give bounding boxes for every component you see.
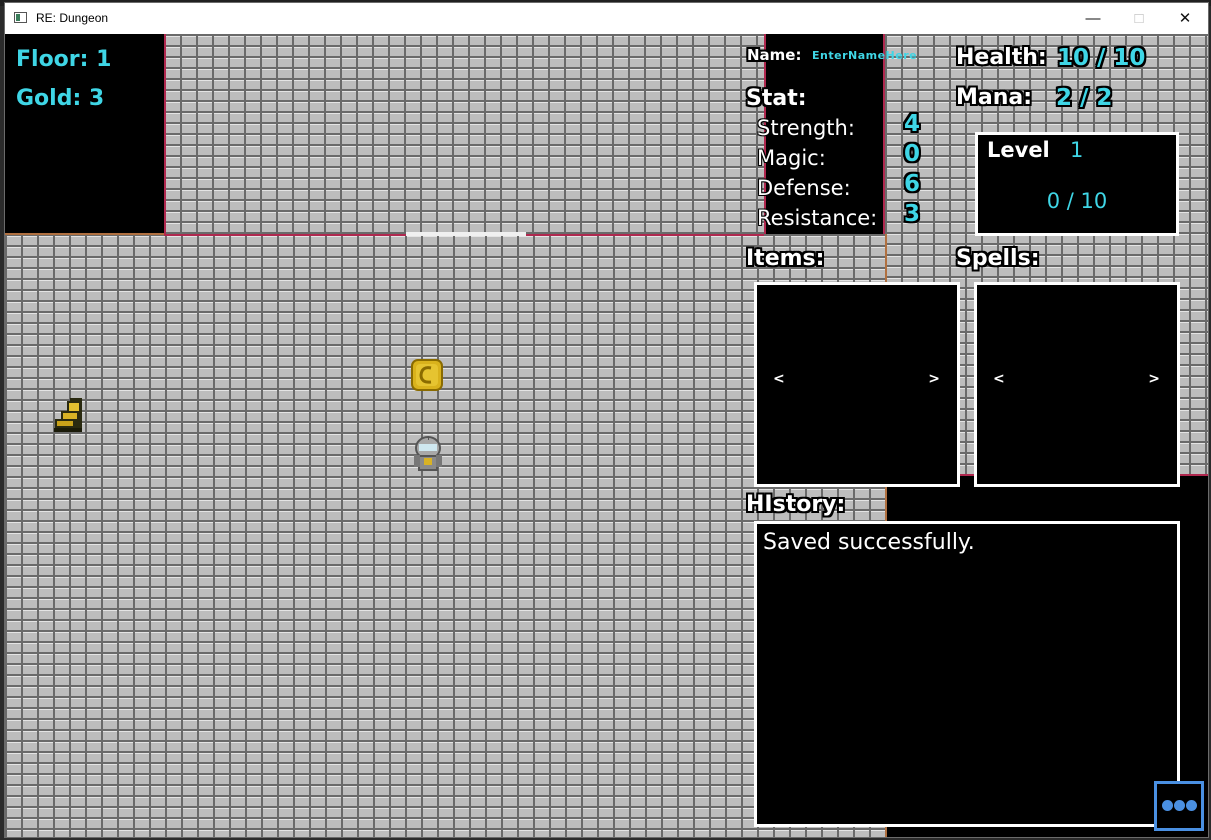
level-label: Level [987,138,1050,162]
game-window: RE: Dungeon — □ ✕ Floor: 1 Gold: 3 Name:… [4,2,1209,838]
level-value: 1 [1070,138,1084,162]
spells-panel[interactable]: < > [974,282,1180,487]
stairs-icon[interactable] [52,396,84,438]
player-name[interactable]: EnterNameHere [812,49,917,62]
room-border-edge [5,233,164,235]
stat-defense-value: 6 [904,171,921,197]
stat-strength-value: 4 [904,111,921,137]
mana-label: Mana: [956,85,1033,110]
name-label: Name: [747,46,802,64]
window-title: RE: Dungeon [36,11,109,25]
spells-heading: Spells: [956,246,1040,271]
more-dots-icon [1162,800,1197,811]
gold-counter: Gold: 3 [16,86,105,111]
maximize-button[interactable]: □ [1116,3,1162,34]
stat-resistance-value: 3 [904,201,921,227]
history-log[interactable]: Saved successfully. [754,521,1180,827]
floor-counter: Floor: 1 [16,47,112,72]
player-knight-icon[interactable] [411,434,445,478]
mana-value: 2 / 2 [1056,85,1113,111]
items-panel[interactable]: < > [754,282,960,487]
spells-prev-button[interactable]: < [993,371,1005,387]
spells-next-button[interactable]: > [1148,371,1160,387]
items-heading: Items: [746,246,825,271]
health-value: 10 / 10 [1057,45,1146,71]
health-label: Health: [956,45,1047,70]
stat-resistance-label: Resistance: [757,206,878,230]
items-prev-button[interactable]: < [773,371,785,387]
app-icon [14,12,27,23]
close-button[interactable]: ✕ [1162,3,1208,34]
stat-strength-label: Strength: [757,116,855,140]
gold-coin-icon[interactable] [410,358,444,396]
items-next-button[interactable]: > [928,371,940,387]
experience-value: 0 / 10 [1046,189,1108,213]
stat-magic-label: Magic: [757,146,826,170]
minimize-button[interactable]: — [1070,3,1116,34]
menu-button[interactable] [1154,781,1204,831]
level-panel: Level 1 0 / 10 [975,132,1179,236]
title-bar[interactable]: RE: Dungeon — □ ✕ [5,3,1208,34]
dungeon-floor [5,234,885,837]
game-canvas[interactable]: Floor: 1 Gold: 3 Name: EnterNameHere Hea… [5,34,1208,837]
history-heading: HIstory: [746,492,846,517]
room-border-left [164,34,166,236]
doorway [406,232,526,236]
stat-defense-label: Defense: [757,176,851,200]
stat-heading: Stat: [746,86,807,111]
stone-wall-top [164,34,724,234]
stat-magic-value: 0 [904,141,921,167]
history-entry: Saved successfully. [763,530,975,555]
